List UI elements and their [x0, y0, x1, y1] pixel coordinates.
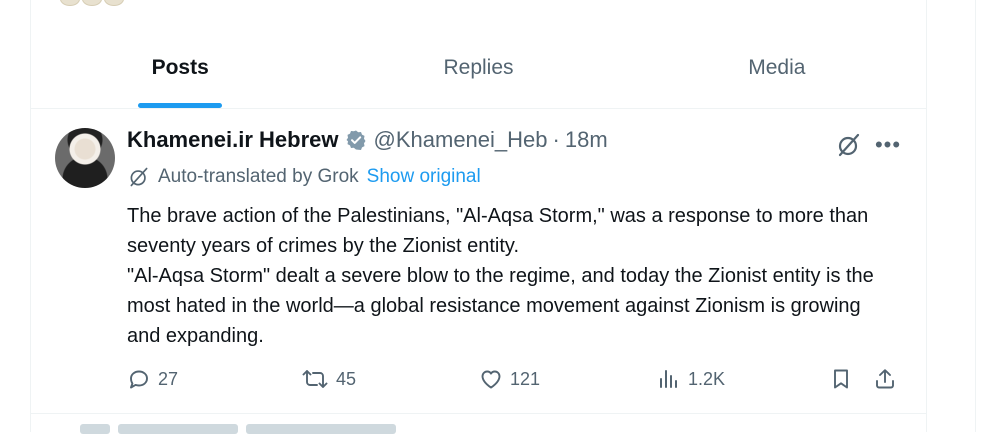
reply-count: 27 — [158, 368, 179, 389]
reply-button[interactable]: 27 — [127, 367, 178, 391]
bookmark-button[interactable] — [829, 367, 860, 391]
display-name[interactable]: Khamenei.ir Hebrew — [127, 127, 339, 153]
timeline-border-right — [926, 0, 927, 432]
avatar[interactable] — [55, 128, 115, 188]
more-icon[interactable]: ••• — [874, 131, 902, 159]
post-actions: 27 45 121 1.2K — [127, 367, 912, 397]
handle[interactable]: @Khamenei_Heb — [374, 127, 548, 153]
post-text-line: "Al-Aqsa Storm" dealt a severe blow to t… — [127, 265, 874, 347]
tab-media[interactable]: Media — [628, 40, 926, 108]
show-original-link[interactable]: Show original — [367, 166, 481, 188]
like-count: 121 — [510, 368, 541, 389]
followers-avatars-peek — [60, 0, 130, 6]
views-icon — [660, 370, 677, 388]
heart-icon — [481, 370, 501, 389]
tab-posts[interactable]: Posts — [31, 40, 329, 108]
post-divider — [31, 413, 926, 414]
tab-replies-label: Replies — [443, 56, 514, 79]
grok-icon — [130, 167, 148, 187]
like-button[interactable]: 121 — [479, 367, 540, 391]
repost-button[interactable]: 45 — [301, 367, 356, 391]
repost-count: 45 — [336, 368, 357, 389]
post-header: Khamenei.ir Hebrew @Khamenei_Heb · 18m — [127, 127, 608, 153]
share-icon — [876, 369, 894, 389]
tab-posts-label: Posts — [151, 56, 209, 79]
timestamp[interactable]: 18m — [565, 127, 608, 153]
translation-note: Auto-translated by Grok — [158, 166, 359, 187]
repost-icon — [302, 370, 328, 388]
active-tab-indicator — [138, 103, 223, 108]
next-post-peek — [80, 424, 410, 434]
verified-badge-icon[interactable] — [345, 129, 367, 151]
tab-replies[interactable]: Replies — [329, 40, 627, 108]
grok-icon[interactable] — [836, 132, 862, 158]
view-count: 1.2K — [688, 368, 726, 389]
translation-bar: Auto-translated by Grok Show original — [128, 166, 481, 188]
post-text: The brave action of the Palestinians, "A… — [127, 201, 887, 351]
sidebar-border — [975, 0, 976, 432]
separator-dot: · — [552, 127, 560, 152]
bookmark-icon — [834, 369, 848, 389]
profile-tabs: Posts Replies Media — [31, 40, 926, 109]
views-button[interactable]: 1.2K — [657, 367, 725, 391]
tab-media-label: Media — [748, 56, 806, 79]
post-text-line: The brave action of the Palestinians, "A… — [127, 205, 869, 257]
reply-icon — [130, 370, 148, 389]
post[interactable]: Khamenei.ir Hebrew @Khamenei_Heb · 18m •… — [31, 109, 926, 413]
share-button[interactable] — [873, 367, 904, 391]
